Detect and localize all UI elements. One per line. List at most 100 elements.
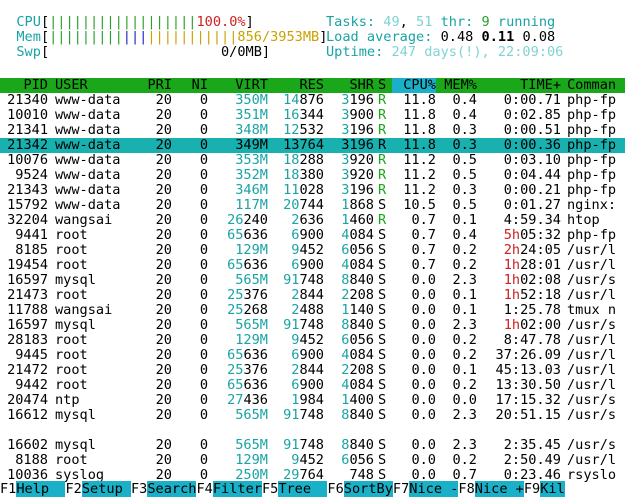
cell-mem: 0.1 [452, 302, 477, 318]
fkey-f2-button[interactable]: Setup [81, 481, 131, 497]
table-row[interactable]: 16597 mysql 20 0 565M 91748 8840 S 0.0 2.3 1h02:08… [0, 273, 625, 288]
cell-s: S [378, 302, 387, 318]
cell-virt: 25376 [227, 287, 268, 303]
cell-virt: 350M [235, 92, 268, 108]
col-pid[interactable]: PID [0, 78, 48, 93]
table-row[interactable]: 9524 www-data 20 0 352M 18380 3920 R 11.2 0.5 0:04… [0, 168, 625, 183]
cell-pri: 20 [155, 362, 172, 378]
col-user[interactable]: USER [55, 78, 143, 93]
table-row[interactable]: 19454 root 20 0 65636 6900 4084 S 0.7 0.2 1h28:01 /… [0, 258, 625, 273]
fkey-f4-button[interactable]: Filter [212, 481, 262, 497]
table-row[interactable]: 21340 www-data 20 0 350M 14876 3196 R 11.8 0.4 0:0… [0, 93, 625, 108]
fkey-f6-button[interactable]: SortBy [343, 481, 393, 497]
table-row[interactable]: 21472 root 20 0 25376 2844 2208 S 0.0 0.1 45:13.03… [0, 363, 625, 378]
cell-user: mysql [55, 407, 96, 423]
cell-s: R [378, 167, 387, 183]
cell-pri: 20 [155, 197, 172, 213]
table-row[interactable]: 9445 root 20 0 65636 6900 4084 S 0.0 0.2 37:26.09 /… [0, 348, 625, 363]
cell-res: 9452 [291, 452, 324, 468]
cell-cpu: 11.2 [403, 152, 436, 168]
cell-user: root [55, 287, 88, 303]
table-row[interactable]: 28183 root 20 0 129M 9452 6056 S 0.0 0.2 8:47.78/u… [0, 333, 625, 348]
cell-shr: 3196 [341, 137, 374, 153]
table-row[interactable]: 11788 wangsai 20 0 25268 2488 1140 S 0.0 0.1 1:25.… [0, 303, 625, 318]
fkey-f3-button[interactable]: Search [147, 481, 197, 497]
table-row[interactable]: 8185 root 20 0 129M 9452 6056 S 0.7 0.2 2h24:05/us… [0, 243, 625, 258]
cell-ni: 0 [199, 362, 208, 378]
cell-cmd: /usr/l [567, 258, 617, 273]
cell-pid: 9442 [15, 377, 48, 393]
col-cpu[interactable]: CPU% [392, 78, 436, 93]
col-shr[interactable]: SHR [330, 78, 374, 93]
col-ni[interactable]: NI [176, 78, 208, 93]
cell-shr: 1400 [341, 392, 374, 408]
cell-time: 0:01.27 [503, 197, 561, 213]
cell-shr: 3196 [341, 182, 374, 198]
cell-virt: 65636 [227, 257, 268, 273]
load-15min: 0.08 [522, 29, 556, 45]
cell-res: 91748 [283, 272, 324, 288]
cell-pri: 20 [155, 452, 172, 468]
cell-shr: 4084 [341, 377, 374, 393]
col-pri[interactable]: PRI [140, 78, 172, 93]
col-state[interactable]: S [378, 78, 388, 93]
cell-time: 2h24:05 [503, 242, 561, 258]
fkey-f7-button[interactable]: Nice - [409, 481, 459, 497]
col-time[interactable]: TIME+ [486, 78, 561, 93]
table-row[interactable]: 16597 mysql 20 0 565M 91748 8840 S 0.0 2.3 1h02:00… [0, 318, 625, 333]
cell-pid: 9445 [15, 347, 48, 363]
cell-res: 9452 [291, 332, 324, 348]
table-row[interactable]: 9441 root 20 0 65636 6900 4084 S 0.7 0.4 5h05:32 ph… [0, 228, 625, 243]
table-row[interactable]: 10010 www-data 20 0 351M 16344 3900 R 11.8 0.4 0:0… [0, 108, 625, 123]
cell-mem: 0.5 [452, 167, 477, 183]
cell-pid: 21342 [7, 137, 48, 153]
cell-cmd: php-fp [567, 168, 617, 183]
cell-ni: 0 [199, 287, 208, 303]
col-virt[interactable]: VIRT [212, 78, 268, 93]
cell-virt: 65636 [227, 227, 268, 243]
cell-pri: 20 [155, 317, 172, 333]
cell-user: root [55, 242, 88, 258]
fkey-f8-button[interactable]: Nice + [474, 481, 524, 497]
cell-mem: 0.1 [452, 287, 477, 303]
load-5min: 0.11 [481, 29, 515, 45]
col-mem[interactable]: MEM% [441, 78, 477, 93]
fkey-f9-button[interactable]: Kil [540, 481, 565, 497]
cell-res: 91748 [283, 317, 324, 333]
cell-shr: 8840 [341, 407, 374, 423]
cell-time: 2:50.49 [503, 452, 561, 468]
cell-pri: 20 [155, 227, 172, 243]
cell-user: wangsai [55, 302, 113, 318]
table-row[interactable]: 21473 root 20 0 25376 2844 2208 S 0.0 0.1 1h52:18 /… [0, 288, 625, 303]
fkey-f9: F9 [523, 481, 541, 497]
table-row[interactable]: 21343 www-data 20 0 346M 11028 3196 R 11.2 0.3 0:0… [0, 183, 625, 198]
cell-time: 20:51.15 [495, 407, 561, 423]
table-row[interactable]: 16602 mysql 20 0 565M 91748 8840 S 0.0 2.3 2:35.45… [0, 438, 625, 453]
uptime: Uptime: 247 days(!), 22:09:06 [326, 45, 563, 60]
cell-user: www-data [55, 92, 121, 108]
table-row[interactable]: 21341 www-data 20 0 348M 12532 3196 R 11.8 0.3 0:0… [0, 123, 625, 138]
cell-pid: 8185 [15, 242, 48, 258]
table-row[interactable]: 20474 ntp 20 0 27436 1984 1400 S 0.0 0.0 17:15.32 /… [0, 393, 625, 408]
cell-shr: 1868 [341, 197, 374, 213]
table-row[interactable]: 10076 www-data 20 0 353M 18288 3920 R 11.2 0.5 0:0… [0, 153, 625, 168]
table-row[interactable]: 15792 www-data 20 0 117M 20744 1868 S 10.5 0.5 0:0… [0, 198, 625, 213]
cell-ni: 0 [199, 302, 208, 318]
col-res[interactable]: RES [268, 78, 324, 93]
table-row[interactable]: 9442 root 20 0 65636 6900 4084 S 0.0 0.2 13:30.50 /… [0, 378, 625, 393]
fkey-f1-button[interactable]: Help [16, 481, 66, 497]
cell-user: root [55, 227, 88, 243]
table-row[interactable]: 16612 mysql 20 0 565M 91748 8840 S 0.0 2.3 20:51.1… [0, 408, 625, 423]
cell-user: www-data [55, 197, 121, 213]
cell-mem: 0.4 [452, 92, 477, 108]
cell-res: 16344 [283, 107, 324, 123]
cell-res: 14876 [283, 92, 324, 108]
table-row[interactable]: 32204 wangsai 20 0 26240 2636 1460 R 0.7 0.1 4:59.… [0, 213, 625, 228]
fkey-f5-button[interactable]: Tree [278, 481, 328, 497]
table-row[interactable]: 21342 www-data 20 0 349M 13764 3196 R 11.8 0.3 0:0… [0, 138, 625, 153]
col-command[interactable]: Comman [567, 78, 625, 93]
cell-cmd: php-fp [567, 93, 617, 108]
table-row[interactable]: 8188 root 20 0 129M 9452 6056 S 0.0 0.2 2:50.49/us… [0, 453, 625, 468]
function-key-bar: F1Help F2Setup F3SearchF4FilterF5Tree F6… [0, 481, 625, 497]
mem-meter-value: 856/3953MB [237, 29, 320, 45]
